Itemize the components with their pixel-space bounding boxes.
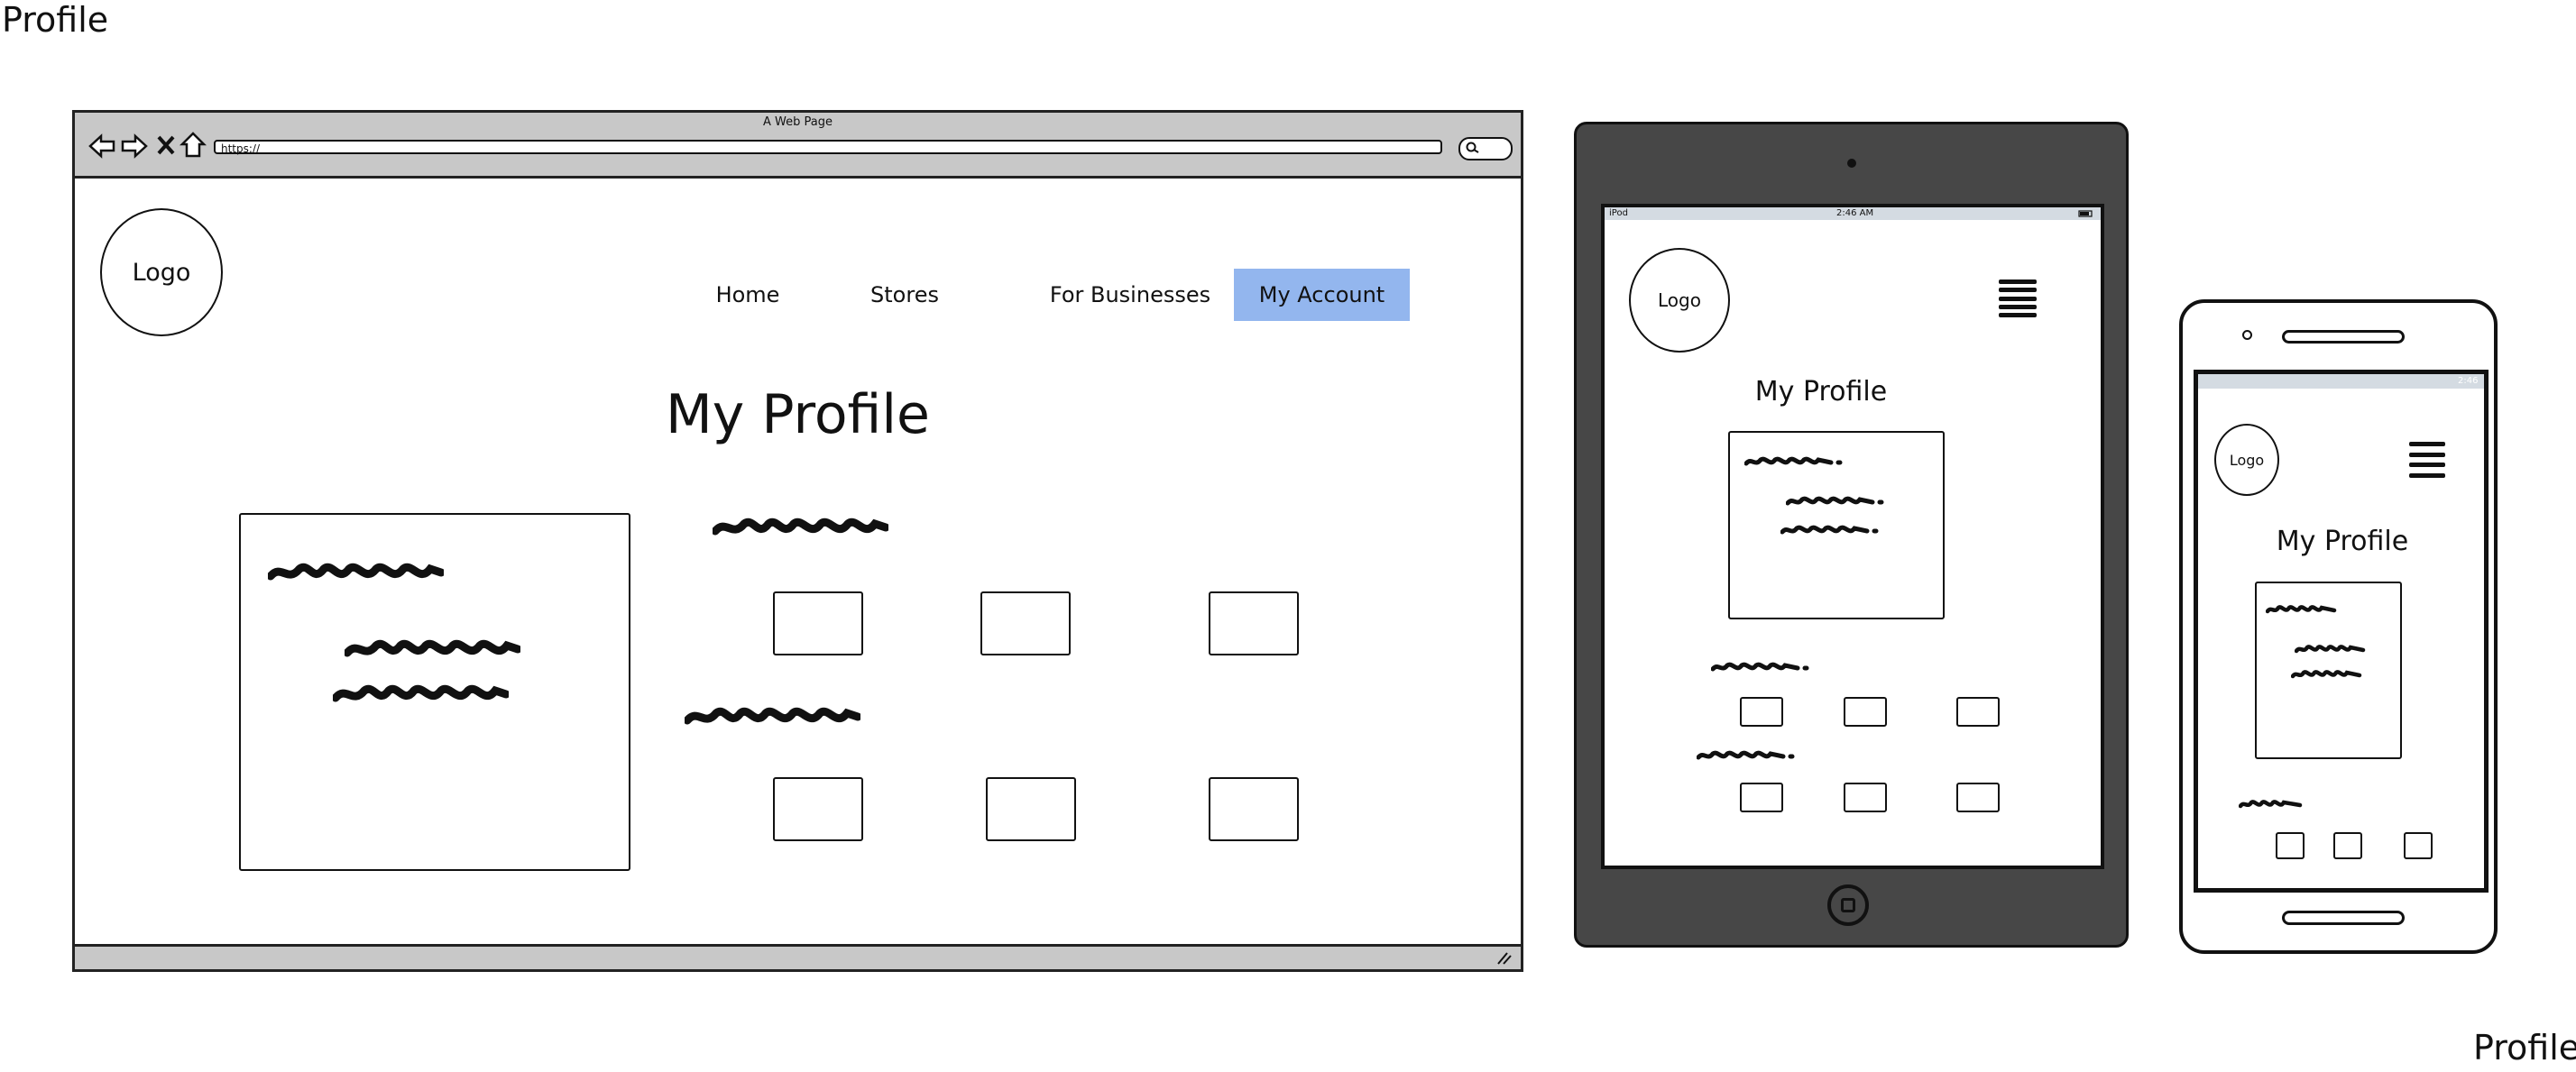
status-time: 2:46 AM bbox=[1836, 208, 1874, 218]
page-heading: My Profile bbox=[1754, 376, 1888, 408]
nav-my-account[interactable]: My Account bbox=[1234, 269, 1410, 321]
item-box[interactable] bbox=[773, 777, 863, 841]
back-arrow-icon[interactable] bbox=[87, 133, 116, 160]
item-box[interactable] bbox=[1844, 697, 1887, 727]
hamburger-menu-icon[interactable] bbox=[1999, 279, 2037, 317]
item-box[interactable] bbox=[1740, 783, 1783, 812]
resize-handle-icon[interactable] bbox=[1496, 951, 1513, 966]
scribble-section-title bbox=[1711, 662, 1809, 672]
desktop-browser-window: A Web Page https:// Logo Home Stores For… bbox=[72, 110, 1523, 972]
item-box[interactable] bbox=[1209, 591, 1299, 655]
browser-toolbar: A Web Page https:// bbox=[75, 113, 1521, 179]
camera-icon bbox=[2242, 330, 2252, 340]
logo[interactable]: Logo bbox=[100, 208, 223, 336]
scribble-section-title bbox=[1697, 750, 1795, 760]
scribble-text bbox=[1780, 525, 1879, 535]
profile-card bbox=[2255, 582, 2402, 759]
item-box[interactable] bbox=[773, 591, 863, 655]
page-footer-label: Profile bbox=[2473, 1028, 2576, 1067]
search-button[interactable] bbox=[1458, 137, 1513, 160]
forward-arrow-icon[interactable] bbox=[120, 133, 149, 160]
item-box[interactable] bbox=[1956, 783, 2000, 812]
scribble-section-title bbox=[685, 707, 860, 725]
url-input[interactable]: https:// bbox=[214, 140, 1442, 155]
browser-status-bar bbox=[75, 944, 1521, 969]
home-button[interactable] bbox=[1827, 884, 1869, 926]
tablet-device: iPod 2:46 AM Logo My Profile bbox=[1574, 122, 2129, 948]
window-title: A Web Page bbox=[763, 115, 833, 129]
page-title: Profile bbox=[2, 0, 109, 40]
profile-card bbox=[239, 513, 630, 871]
phone-device: 2:46 Logo My Profile bbox=[2179, 299, 2498, 954]
nav-home[interactable]: Home bbox=[697, 269, 798, 321]
camera-icon bbox=[1847, 159, 1856, 168]
scribble-text bbox=[2266, 605, 2337, 614]
scribble-text bbox=[345, 639, 520, 657]
close-icon[interactable] bbox=[156, 134, 176, 156]
item-box[interactable] bbox=[2404, 832, 2433, 859]
scribble-text bbox=[2295, 645, 2366, 654]
item-box[interactable] bbox=[1740, 697, 1783, 727]
scribble-text bbox=[1786, 496, 1884, 506]
phone-home-bar[interactable] bbox=[2282, 911, 2405, 925]
hamburger-menu-icon[interactable] bbox=[2409, 442, 2445, 478]
item-box[interactable] bbox=[1844, 783, 1887, 812]
logo[interactable]: Logo bbox=[2214, 424, 2279, 496]
status-time: 2:46 bbox=[2458, 376, 2479, 386]
page-heading: My Profile bbox=[666, 383, 930, 446]
page-heading: My Profile bbox=[2276, 526, 2409, 557]
scribble-section-title bbox=[2239, 800, 2303, 809]
nav-for-businesses[interactable]: For Businesses bbox=[1040, 269, 1220, 321]
item-box[interactable] bbox=[2333, 832, 2362, 859]
home-icon[interactable] bbox=[179, 131, 207, 160]
item-box[interactable] bbox=[1956, 697, 2000, 727]
speaker-icon bbox=[2282, 330, 2405, 344]
scribble-text bbox=[333, 684, 509, 702]
home-button-icon bbox=[1841, 898, 1855, 912]
profile-card bbox=[1728, 431, 1945, 619]
scribble-text bbox=[2291, 670, 2362, 679]
phone-status-bar: 2:46 bbox=[2198, 374, 2484, 389]
tablet-screen: iPod 2:46 AM Logo My Profile bbox=[1601, 204, 2104, 869]
scribble-text bbox=[268, 563, 444, 581]
scribble-text bbox=[1744, 456, 1843, 466]
item-box[interactable] bbox=[2276, 832, 2305, 859]
item-box[interactable] bbox=[1209, 777, 1299, 841]
battery-icon bbox=[2078, 210, 2093, 217]
logo[interactable]: Logo bbox=[1629, 248, 1730, 353]
item-box[interactable] bbox=[980, 591, 1071, 655]
tablet-status-bar: iPod 2:46 AM bbox=[1605, 207, 2101, 220]
scribble-section-title bbox=[713, 518, 888, 536]
nav-stores[interactable]: Stores bbox=[860, 269, 950, 321]
phone-screen: 2:46 Logo My Profile bbox=[2194, 370, 2489, 893]
item-box[interactable] bbox=[986, 777, 1076, 841]
status-device-name: iPod bbox=[1609, 208, 1628, 218]
search-icon bbox=[1466, 142, 1479, 153]
